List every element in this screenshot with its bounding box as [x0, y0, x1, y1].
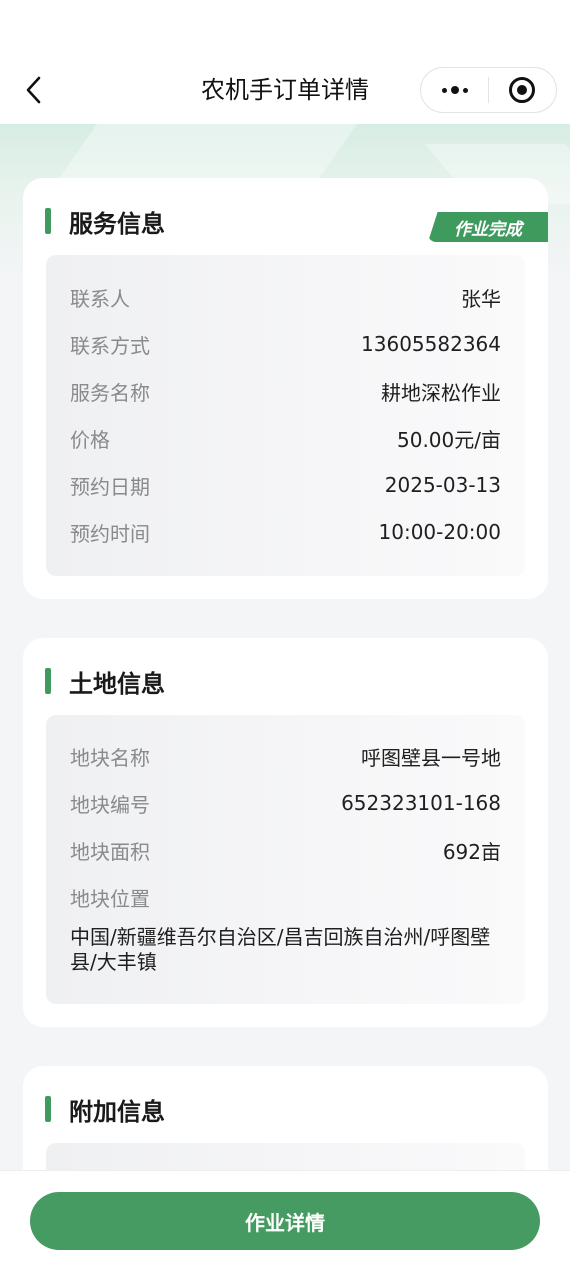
- section-header: 附加信息: [45, 1094, 165, 1126]
- info-row-plot-location: 地块位置: [70, 882, 501, 912]
- info-row-plot-area: 地块面积 692亩: [70, 835, 501, 865]
- row-value[interactable]: 13605582364: [361, 332, 501, 356]
- plot-address: 中国/新疆维吾尔自治区/昌吉回族自治州/呼图壁县/大丰镇: [70, 925, 491, 974]
- more-button[interactable]: [421, 68, 488, 112]
- section-title: 附加信息: [69, 1097, 165, 1126]
- bottom-action-bar: 作业详情: [0, 1170, 570, 1268]
- row-value: 10:00-20:00: [378, 520, 502, 544]
- row-label: 地块位置: [70, 886, 150, 911]
- row-label: 预约日期: [70, 474, 150, 499]
- row-value: 50.00元/亩: [397, 427, 501, 452]
- row-label: 联系人: [70, 286, 130, 311]
- row-value: 652323101-168: [341, 791, 501, 815]
- row-label: 地块面积: [70, 839, 150, 864]
- info-panel: 地块名称 呼图壁县一号地 地块编号 652323101-168 地块面积 692…: [46, 715, 525, 1004]
- section-title: 服务信息: [69, 209, 165, 238]
- row-label: 服务名称: [70, 380, 150, 405]
- info-row-price: 价格 50.00元/亩: [70, 423, 501, 453]
- row-label: 联系方式: [70, 333, 150, 358]
- status-badge: 作业完成: [428, 212, 548, 242]
- info-row-plot-name: 地块名称 呼图壁县一号地: [70, 741, 501, 771]
- info-row-phone: 联系方式 13605582364: [70, 329, 501, 359]
- section-title: 土地信息: [69, 669, 165, 698]
- section-accent-bar: [45, 1096, 51, 1122]
- info-row-time: 预约时间 10:00-20:00: [70, 517, 501, 547]
- close-miniprogram-button[interactable]: [489, 68, 556, 112]
- row-label: 地块名称: [70, 745, 150, 770]
- target-icon: [509, 77, 536, 103]
- mini-program-capsule: [420, 67, 557, 113]
- row-label: 预约时间: [70, 521, 150, 546]
- info-row-contact: 联系人 张华: [70, 282, 501, 312]
- section-header: 服务信息: [45, 206, 165, 238]
- row-value: 耕地深松作业: [381, 380, 501, 405]
- row-value: 张华: [461, 286, 501, 311]
- section-header: 土地信息: [45, 666, 165, 698]
- land-info-card: 土地信息 地块名称 呼图壁县一号地 地块编号 652323101-168 地块面…: [23, 638, 548, 1027]
- row-value: 2025-03-13: [384, 473, 501, 497]
- more-dots-icon: [441, 86, 468, 94]
- section-accent-bar: [45, 668, 51, 694]
- job-details-button[interactable]: 作业详情: [30, 1192, 540, 1250]
- info-row-service-name: 服务名称 耕地深松作业: [70, 376, 501, 406]
- info-row-date: 预约日期 2025-03-13: [70, 470, 501, 500]
- row-value: 692亩: [442, 839, 501, 864]
- row-label: 价格: [70, 427, 110, 452]
- row-label: 地块编号: [70, 792, 150, 817]
- service-info-card: 服务信息 作业完成 联系人 张华 联系方式 13605582364 服务名称 耕…: [23, 178, 548, 599]
- info-panel: 联系人 张华 联系方式 13605582364 服务名称 耕地深松作业 价格 5…: [46, 255, 525, 576]
- info-row-plot-id: 地块编号 652323101-168: [70, 788, 501, 818]
- nav-bar: 农机手订单详情: [0, 0, 570, 124]
- row-value: 呼图壁县一号地: [361, 745, 501, 770]
- section-accent-bar: [45, 208, 51, 234]
